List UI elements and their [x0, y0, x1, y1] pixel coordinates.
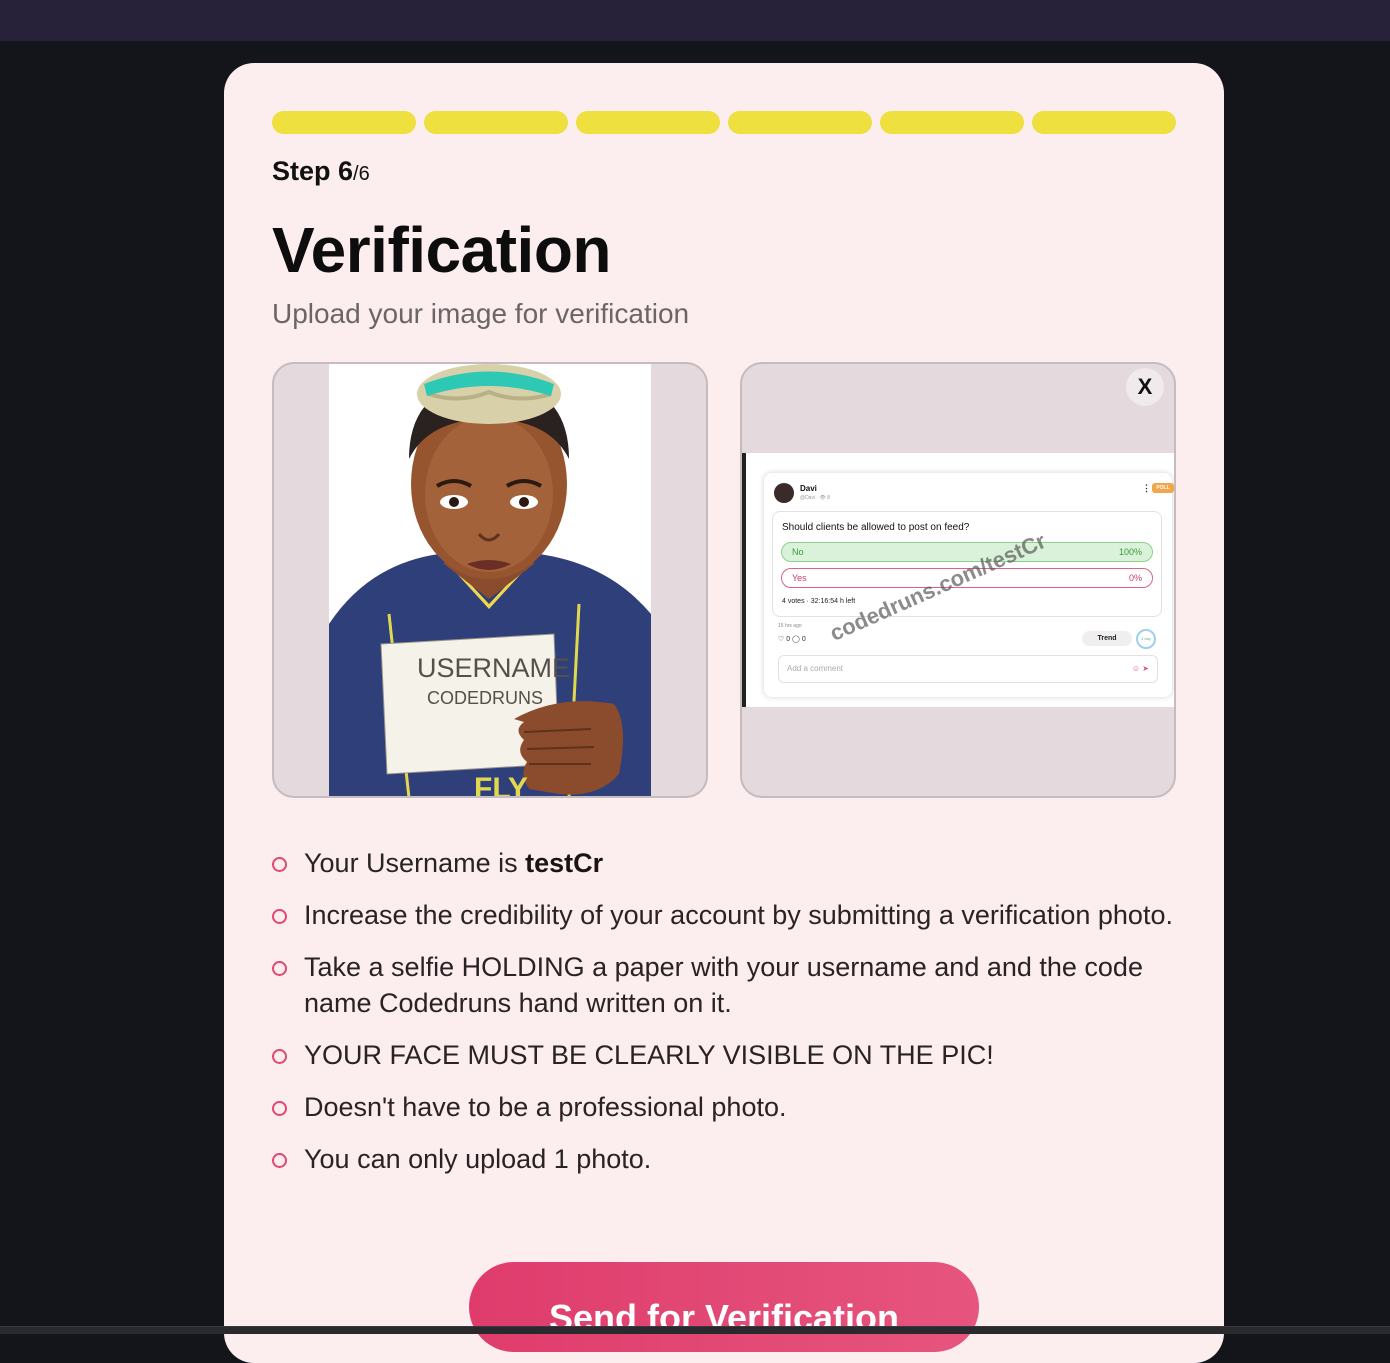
list-item: Increase the credibility of your account…: [272, 897, 1182, 933]
sign-codename-text: CODEDRUNS: [427, 688, 543, 708]
bullet-circle-icon: [272, 1049, 287, 1064]
username-prefix: Your Username is: [304, 848, 526, 878]
more-icon: ⋮: [1142, 483, 1151, 493]
poll-option-percent: 0%: [1128, 573, 1142, 583]
verification-rules: Your Username is testCr Increase the cre…: [272, 845, 1182, 1193]
rule-text: You can only upload 1 photo.: [304, 1144, 652, 1174]
uploaded-image: Davi @Davi · 👁 8 ⋮ POLL Should clients b…: [742, 453, 1174, 707]
progress-segment: [880, 111, 1024, 134]
svg-text:FLY: FLY: [474, 772, 528, 798]
progress-segment: [576, 111, 720, 134]
step-current: Step 6: [272, 156, 354, 186]
poll-badge: POLL: [1152, 483, 1174, 493]
poll-votes: 4 votes · 32:16:54 h left: [782, 598, 856, 605]
page-subtitle: Upload your image for verification: [272, 298, 690, 329]
bullet-circle-icon: [272, 961, 287, 976]
trend-badge: Trend: [1082, 631, 1132, 646]
poll-option-label: Yes: [792, 573, 807, 583]
bullet-circle-icon: [272, 1101, 287, 1116]
timer-ring-icon: 3 day: [1136, 629, 1156, 649]
send-icon: ☺ ➤: [1131, 664, 1149, 673]
verification-card: Step 6/6 Verification Upload your image …: [224, 63, 1224, 1363]
progress-segment: [1032, 111, 1176, 134]
list-item: YOUR FACE MUST BE CLEARLY VISIBLE ON THE…: [272, 1037, 1182, 1073]
bullet-circle-icon: [272, 909, 287, 924]
post-time: 15 hrs ago: [778, 623, 802, 629]
sign-username-text: USERNAME: [417, 653, 570, 683]
post-author-name: Davi: [800, 484, 817, 493]
step-total: /6: [353, 163, 370, 185]
progress-segment: [272, 111, 416, 134]
rule-text: Doesn't have to be a professional photo.: [304, 1092, 787, 1122]
list-item: You can only upload 1 photo.: [272, 1141, 1182, 1177]
progress-segment: [424, 111, 568, 134]
poll-option-label: No: [792, 547, 804, 557]
rule-text: YOUR FACE MUST BE CLEARLY VISIBLE ON THE…: [304, 1040, 994, 1070]
sample-selfie-image: USERNAME CODEDRUNS FLY: [329, 364, 651, 798]
page-title: Verification: [272, 214, 612, 286]
list-item: Doesn't have to be a professional photo.: [272, 1089, 1182, 1125]
poll-option-percent: 100%: [1118, 547, 1142, 557]
bullet-circle-icon: [272, 857, 287, 872]
post-reactions: ♡ 0 ◯ 0: [778, 636, 806, 643]
remove-image-button[interactable]: X: [1126, 368, 1164, 406]
comment-field: Add a comment ☺ ➤: [778, 655, 1158, 683]
progress-segment: [728, 111, 872, 134]
progress-bar: [272, 111, 1176, 134]
bullet-circle-icon: [272, 1153, 287, 1168]
rule-text: Take a selfie HOLDING a paper with your …: [304, 952, 1143, 1018]
list-item: Take a selfie HOLDING a paper with your …: [272, 949, 1182, 1021]
rule-text: Increase the credibility of your account…: [304, 900, 1173, 930]
comment-placeholder: Add a comment: [787, 664, 844, 673]
bottom-edge: [0, 1326, 1390, 1334]
post-author-handle: @Davi · 👁 8: [800, 495, 831, 501]
sample-image-panel: USERNAME CODEDRUNS FLY: [272, 362, 708, 798]
list-item: Your Username is testCr: [272, 845, 1182, 881]
send-for-verification-button[interactable]: Send for Verification: [469, 1262, 979, 1352]
top-bar: [0, 0, 1390, 41]
poll-question: Should clients be allowed to post on fee…: [782, 522, 970, 533]
avatar: [774, 483, 794, 503]
step-indicator: Step 6/6: [272, 156, 370, 187]
username-value: testCr: [525, 848, 604, 878]
upload-preview-panel: X Davi @Davi · 👁 8 ⋮ POLL Should clients…: [740, 362, 1176, 798]
